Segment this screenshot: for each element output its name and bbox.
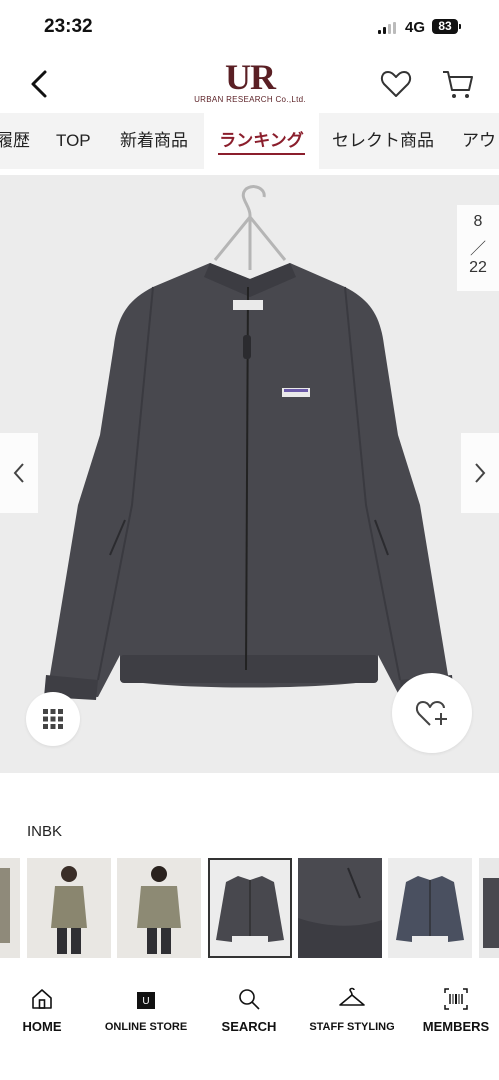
thumbnail-2[interactable] xyxy=(27,858,111,958)
brand-logo[interactable]: UR URBAN RESEARCH Co.,Ltd. xyxy=(185,57,315,108)
nav-home[interactable]: HOME xyxy=(12,975,72,1045)
total-images: 22 xyxy=(469,259,487,276)
status-bar: 23:32 4G 83 xyxy=(0,0,499,56)
cart-button[interactable] xyxy=(440,66,476,102)
thumbnail-image xyxy=(208,858,292,958)
thumbnail-6[interactable] xyxy=(388,858,472,958)
battery-tip xyxy=(459,24,461,29)
shopping-bag-icon: U xyxy=(137,992,155,1009)
tab-top[interactable]: TOP xyxy=(56,113,106,169)
nav-home-label: HOME xyxy=(22,1019,62,1034)
nav-staff-styling-label: STAFF STYLING xyxy=(309,1021,395,1033)
status-time: 23:32 xyxy=(44,16,93,37)
thumbnail-image xyxy=(479,858,499,958)
back-button[interactable] xyxy=(20,64,60,104)
thumbnail-image xyxy=(388,858,472,958)
nav-online-store-label: ONLINE STORE xyxy=(104,1021,188,1033)
nav-members[interactable]: MEMBERS xyxy=(418,975,494,1045)
category-tabs: 履歴 TOP 新着商品 ランキング セレクト商品 アウ xyxy=(0,113,499,169)
previous-image-button[interactable] xyxy=(0,433,38,513)
tab-history[interactable]: 履歴 xyxy=(0,113,36,169)
chevron-left-icon xyxy=(31,70,47,98)
tab-new-arrivals[interactable]: 新着商品 xyxy=(120,113,200,169)
nav-members-label: MEMBERS xyxy=(422,1019,490,1034)
nav-online-store[interactable]: U ONLINE STORE xyxy=(100,975,192,1045)
thumbnail-1[interactable] xyxy=(0,858,20,958)
app-header: UR URBAN RESEARCH Co.,Ltd. xyxy=(0,56,499,112)
thumbnail-3[interactable] xyxy=(117,858,201,958)
add-favorite-button[interactable] xyxy=(392,673,472,753)
logo-mark: UR xyxy=(225,57,276,97)
home-icon xyxy=(32,989,52,1009)
active-tab-indicator xyxy=(218,153,305,155)
next-image-button[interactable] xyxy=(461,433,499,513)
thumbnail-4[interactable] xyxy=(208,858,292,958)
tab-ranking[interactable]: ランキング xyxy=(204,113,319,169)
thumbnail-image xyxy=(0,858,20,958)
barcode-icon xyxy=(444,988,468,1010)
nav-search[interactable]: SEARCH xyxy=(214,975,284,1045)
search-icon xyxy=(239,989,260,1010)
hanger-icon xyxy=(339,987,365,1006)
cart-icon xyxy=(443,71,473,98)
thumbnail-image xyxy=(117,858,201,958)
grid-view-button[interactable] xyxy=(26,692,80,746)
tab-select-items[interactable]: セレクト商品 xyxy=(332,113,442,169)
nav-search-label: SEARCH xyxy=(221,1019,277,1034)
counter-separator: ／ xyxy=(469,241,486,258)
nav-staff-styling[interactable]: STAFF STYLING xyxy=(302,975,402,1045)
chevron-left-icon xyxy=(13,463,24,483)
grid-icon xyxy=(43,709,63,729)
heart-icon xyxy=(380,71,412,97)
network-type: 4G xyxy=(405,19,426,36)
color-code-label: INBK xyxy=(27,823,63,840)
thumbnail-7[interactable] xyxy=(479,858,499,958)
wishlist-button[interactable] xyxy=(378,66,414,102)
chevron-right-icon xyxy=(475,463,486,483)
product-image-gallery[interactable]: 8 ／ 22 xyxy=(0,175,499,773)
battery-level: 83 xyxy=(432,19,458,34)
thumbnail-5[interactable] xyxy=(298,858,382,958)
heart-plus-icon xyxy=(415,701,447,726)
thumbnail-image xyxy=(27,858,111,958)
current-image-index: 8 xyxy=(473,213,483,230)
svg-text:U: U xyxy=(142,996,149,1007)
thumbnail-image xyxy=(298,858,382,958)
bottom-navigation: HOME U ONLINE STORE SEARCH STAFF STYLING xyxy=(0,975,499,1080)
image-counter: 8 ／ 22 xyxy=(457,205,499,291)
logo-text: URBAN RESEARCH Co.,Ltd. xyxy=(194,95,306,104)
signal-icon xyxy=(378,22,398,34)
tab-outlet[interactable]: アウ xyxy=(462,113,499,169)
